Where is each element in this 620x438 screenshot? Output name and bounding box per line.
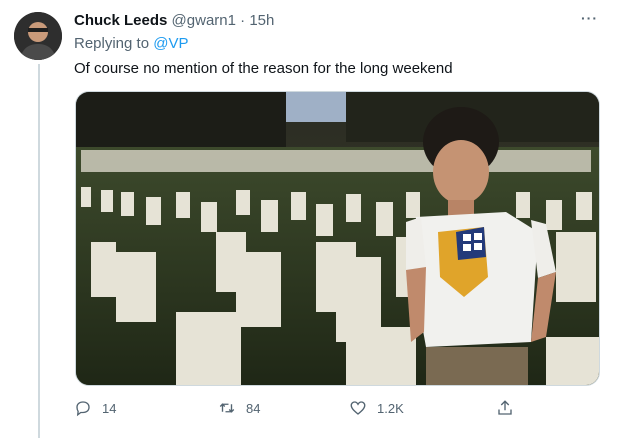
- separator-dot: ·: [240, 12, 246, 29]
- retweet-icon: [219, 403, 235, 413]
- more-icon[interactable]: ···: [581, 10, 598, 26]
- reply-count: 14: [102, 400, 117, 416]
- tweet-photo[interactable]: [75, 91, 600, 386]
- like-action[interactable]: 1.2K: [349, 396, 404, 420]
- retweet-action[interactable]: 84: [218, 396, 260, 420]
- timestamp[interactable]: 15h: [249, 12, 274, 29]
- share-icon: [498, 400, 512, 415]
- share-action[interactable]: [496, 396, 514, 420]
- reply-action[interactable]: 14: [74, 396, 116, 420]
- replying-mention[interactable]: @VP: [153, 35, 188, 52]
- like-count: 1.2K: [377, 400, 404, 416]
- reply-icon: [76, 401, 90, 417]
- author-name[interactable]: Chuck Leeds: [74, 12, 167, 29]
- tweet-header: Chuck Leeds @gwarn1 · 15h: [74, 11, 274, 31]
- replying-label: Replying to: [74, 35, 150, 52]
- replying-to: Replying to @VP: [74, 35, 188, 52]
- thread-line: [38, 64, 40, 438]
- retweet-count: 84: [246, 400, 261, 416]
- tweet-text: Of course no mention of the reason for t…: [74, 60, 453, 77]
- author-handle[interactable]: @gwarn1: [172, 12, 236, 29]
- avatar[interactable]: [14, 12, 62, 60]
- tweet-actions: 14 84 1.2K: [74, 396, 534, 420]
- like-icon: [350, 401, 366, 415]
